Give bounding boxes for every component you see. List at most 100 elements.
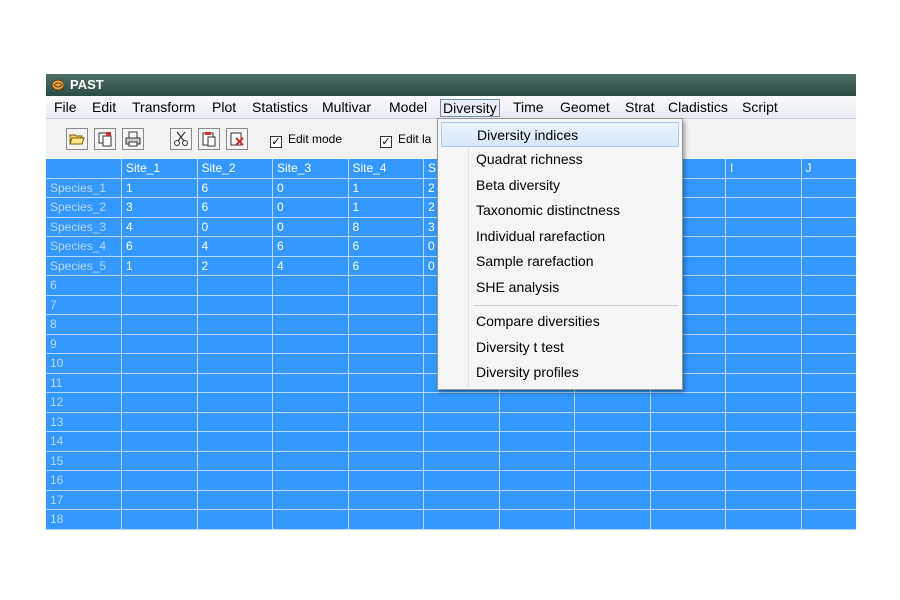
grid-cell[interactable]: [801, 374, 856, 393]
menu-file[interactable]: File: [52, 99, 79, 117]
grid-cell[interactable]: 4: [122, 217, 198, 237]
grid-cell[interactable]: [197, 373, 273, 393]
grid-cell[interactable]: 8: [348, 217, 424, 237]
grid-cell[interactable]: [273, 490, 349, 510]
menu-statistics[interactable]: Statistics: [250, 99, 310, 117]
grid-cell[interactable]: [801, 413, 856, 432]
menu-strat[interactable]: Strat: [623, 99, 657, 117]
menu-time[interactable]: Time: [511, 99, 546, 117]
grid-cell[interactable]: [499, 471, 575, 491]
grid-cell[interactable]: [122, 451, 198, 471]
grid-cell[interactable]: [726, 373, 802, 393]
row-header[interactable]: 7: [46, 295, 122, 315]
paste-button[interactable]: [198, 128, 220, 150]
column-header[interactable]: Site_3: [273, 159, 349, 179]
grid-cell[interactable]: [726, 471, 802, 491]
grid-cell[interactable]: [273, 315, 349, 335]
grid-cell[interactable]: 3: [122, 198, 198, 218]
grid-cell[interactable]: [348, 510, 424, 530]
menu-item-compare-diversities[interactable]: Compare diversities: [441, 309, 679, 334]
row-header[interactable]: 8: [46, 315, 122, 335]
grid-corner-cell[interactable]: [46, 159, 122, 179]
grid-cell[interactable]: [801, 510, 856, 530]
grid-cell[interactable]: [650, 451, 726, 471]
menu-cladistics[interactable]: Cladistics: [666, 99, 730, 117]
grid-cell[interactable]: [726, 334, 802, 354]
grid-cell[interactable]: [197, 432, 273, 452]
grid-cell[interactable]: 6: [273, 237, 349, 257]
row-header[interactable]: Species_1: [46, 178, 122, 198]
grid-cell[interactable]: 2: [197, 256, 273, 276]
grid-cell[interactable]: [122, 471, 198, 491]
grid-cell[interactable]: [197, 295, 273, 315]
grid-cell[interactable]: [122, 490, 198, 510]
grid-cell[interactable]: [348, 451, 424, 471]
grid-cell[interactable]: [650, 432, 726, 452]
row-header[interactable]: 6: [46, 276, 122, 296]
grid-cell[interactable]: [348, 276, 424, 296]
grid-cell[interactable]: [499, 510, 575, 530]
grid-cell[interactable]: [348, 412, 424, 432]
delete-button[interactable]: [226, 128, 248, 150]
grid-cell[interactable]: [348, 393, 424, 413]
grid-cell[interactable]: [575, 490, 651, 510]
grid-cell[interactable]: [499, 490, 575, 510]
row-header[interactable]: 12: [46, 393, 122, 413]
column-header[interactable]: Site_2: [197, 159, 273, 179]
grid-cell[interactable]: [499, 393, 575, 413]
grid-cell[interactable]: [273, 471, 349, 491]
grid-cell[interactable]: [801, 296, 856, 315]
menu-script[interactable]: Script: [740, 99, 780, 117]
grid-cell[interactable]: 4: [197, 237, 273, 257]
grid-cell[interactable]: [726, 354, 802, 374]
grid-cell[interactable]: [726, 295, 802, 315]
grid-cell[interactable]: 1: [348, 198, 424, 218]
grid-cell[interactable]: [348, 334, 424, 354]
column-header[interactable]: Site_1: [122, 159, 198, 179]
grid-cell[interactable]: [801, 237, 856, 257]
grid-cell[interactable]: [122, 334, 198, 354]
menu-item-quadrat-richness[interactable]: Quadrat richness: [441, 147, 679, 172]
grid-cell[interactable]: [726, 510, 802, 530]
grid-cell[interactable]: [801, 315, 856, 335]
grid-cell[interactable]: [424, 432, 500, 452]
grid-cell[interactable]: [801, 335, 856, 354]
menu-edit[interactable]: Edit: [90, 99, 118, 117]
grid-cell[interactable]: [575, 393, 651, 413]
grid-cell[interactable]: [424, 490, 500, 510]
menu-item-beta-diversity[interactable]: Beta diversity: [441, 173, 679, 198]
grid-cell[interactable]: [424, 510, 500, 530]
grid-cell[interactable]: [801, 491, 856, 510]
grid-cell[interactable]: [273, 295, 349, 315]
grid-cell[interactable]: 0: [197, 217, 273, 237]
grid-cell[interactable]: [801, 354, 856, 374]
grid-cell[interactable]: [273, 334, 349, 354]
grid-cell[interactable]: [273, 412, 349, 432]
menu-multivar[interactable]: Multivar: [320, 99, 373, 117]
grid-cell[interactable]: [726, 276, 802, 296]
grid-cell[interactable]: [122, 412, 198, 432]
grid-cell[interactable]: [348, 354, 424, 374]
menu-item-diversity-profiles[interactable]: Diversity profiles: [441, 360, 679, 385]
cut-button[interactable]: [170, 128, 192, 150]
grid-cell[interactable]: [348, 373, 424, 393]
grid-cell[interactable]: [801, 257, 856, 276]
grid-cell[interactable]: [197, 490, 273, 510]
column-header[interactable]: J: [801, 159, 856, 179]
grid-cell[interactable]: [197, 276, 273, 296]
menu-item-sample-rarefaction[interactable]: Sample rarefaction: [441, 249, 679, 274]
grid-cell[interactable]: [348, 432, 424, 452]
column-header[interactable]: Site_4: [348, 159, 424, 179]
grid-cell[interactable]: [122, 354, 198, 374]
grid-cell[interactable]: [801, 276, 856, 296]
grid-cell[interactable]: [575, 471, 651, 491]
grid-cell[interactable]: [499, 432, 575, 452]
grid-cell[interactable]: [424, 451, 500, 471]
grid-cell[interactable]: 0: [273, 198, 349, 218]
menu-item-taxonomic-distinctness[interactable]: Taxonomic distinctness: [441, 198, 679, 223]
grid-cell[interactable]: 0: [273, 217, 349, 237]
row-header[interactable]: Species_3: [46, 217, 122, 237]
grid-cell[interactable]: [726, 451, 802, 471]
grid-cell[interactable]: 6: [348, 237, 424, 257]
grid-cell[interactable]: [650, 412, 726, 432]
